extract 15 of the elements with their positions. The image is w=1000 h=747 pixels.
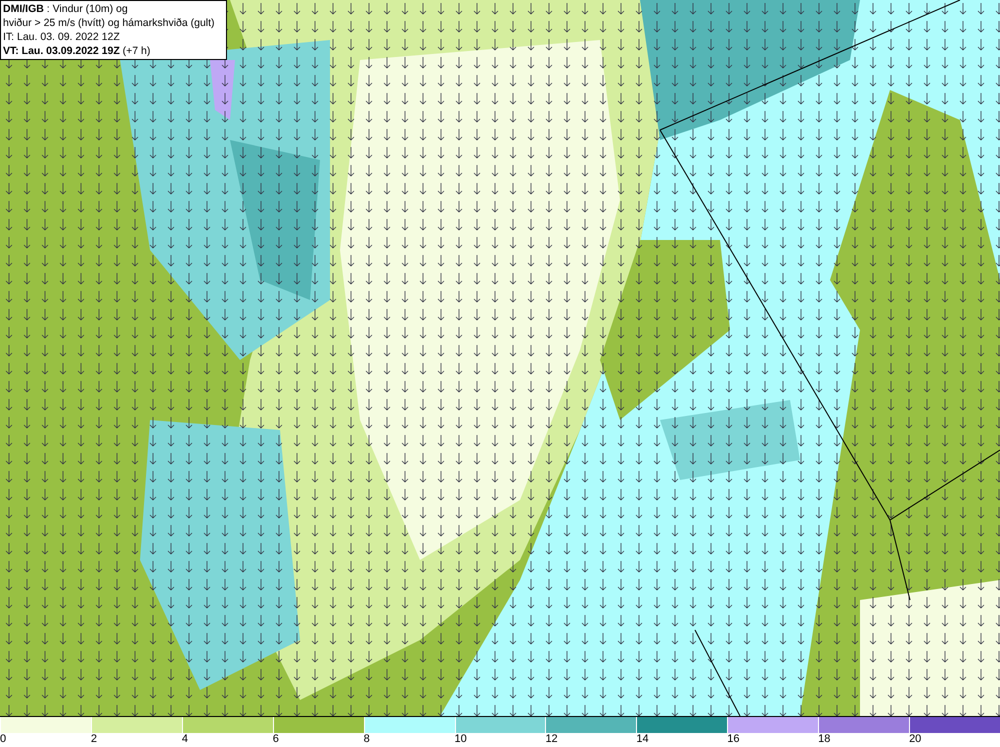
info-text: DMI/IGB : Vindur (10m) og — [3, 2, 129, 16]
scale-label: 6 — [272, 733, 279, 746]
info-text: hviður > 25 m/s (hvítt) og hámarkshviða (gult) — [3, 16, 216, 30]
scale-label: 8 — [364, 733, 370, 746]
scale-label: 4 — [182, 733, 188, 746]
scale-label: 2 — [90, 733, 98, 746]
info-text: IT: Lau. 03. 09. 2022 12Z — [3, 30, 121, 44]
scale-label: 12 — [545, 733, 558, 746]
scale-label: 16 — [727, 733, 740, 746]
scale-label: 14 — [636, 733, 649, 746]
scale-label: 0 — [0, 733, 6, 746]
scale-label: 18 — [818, 733, 830, 746]
info-text: VT: Lau. 03.09.2022 19Z (+7 h) — [3, 44, 152, 58]
scale-label: 10 — [454, 733, 467, 746]
scale-label: 20 — [909, 733, 922, 746]
